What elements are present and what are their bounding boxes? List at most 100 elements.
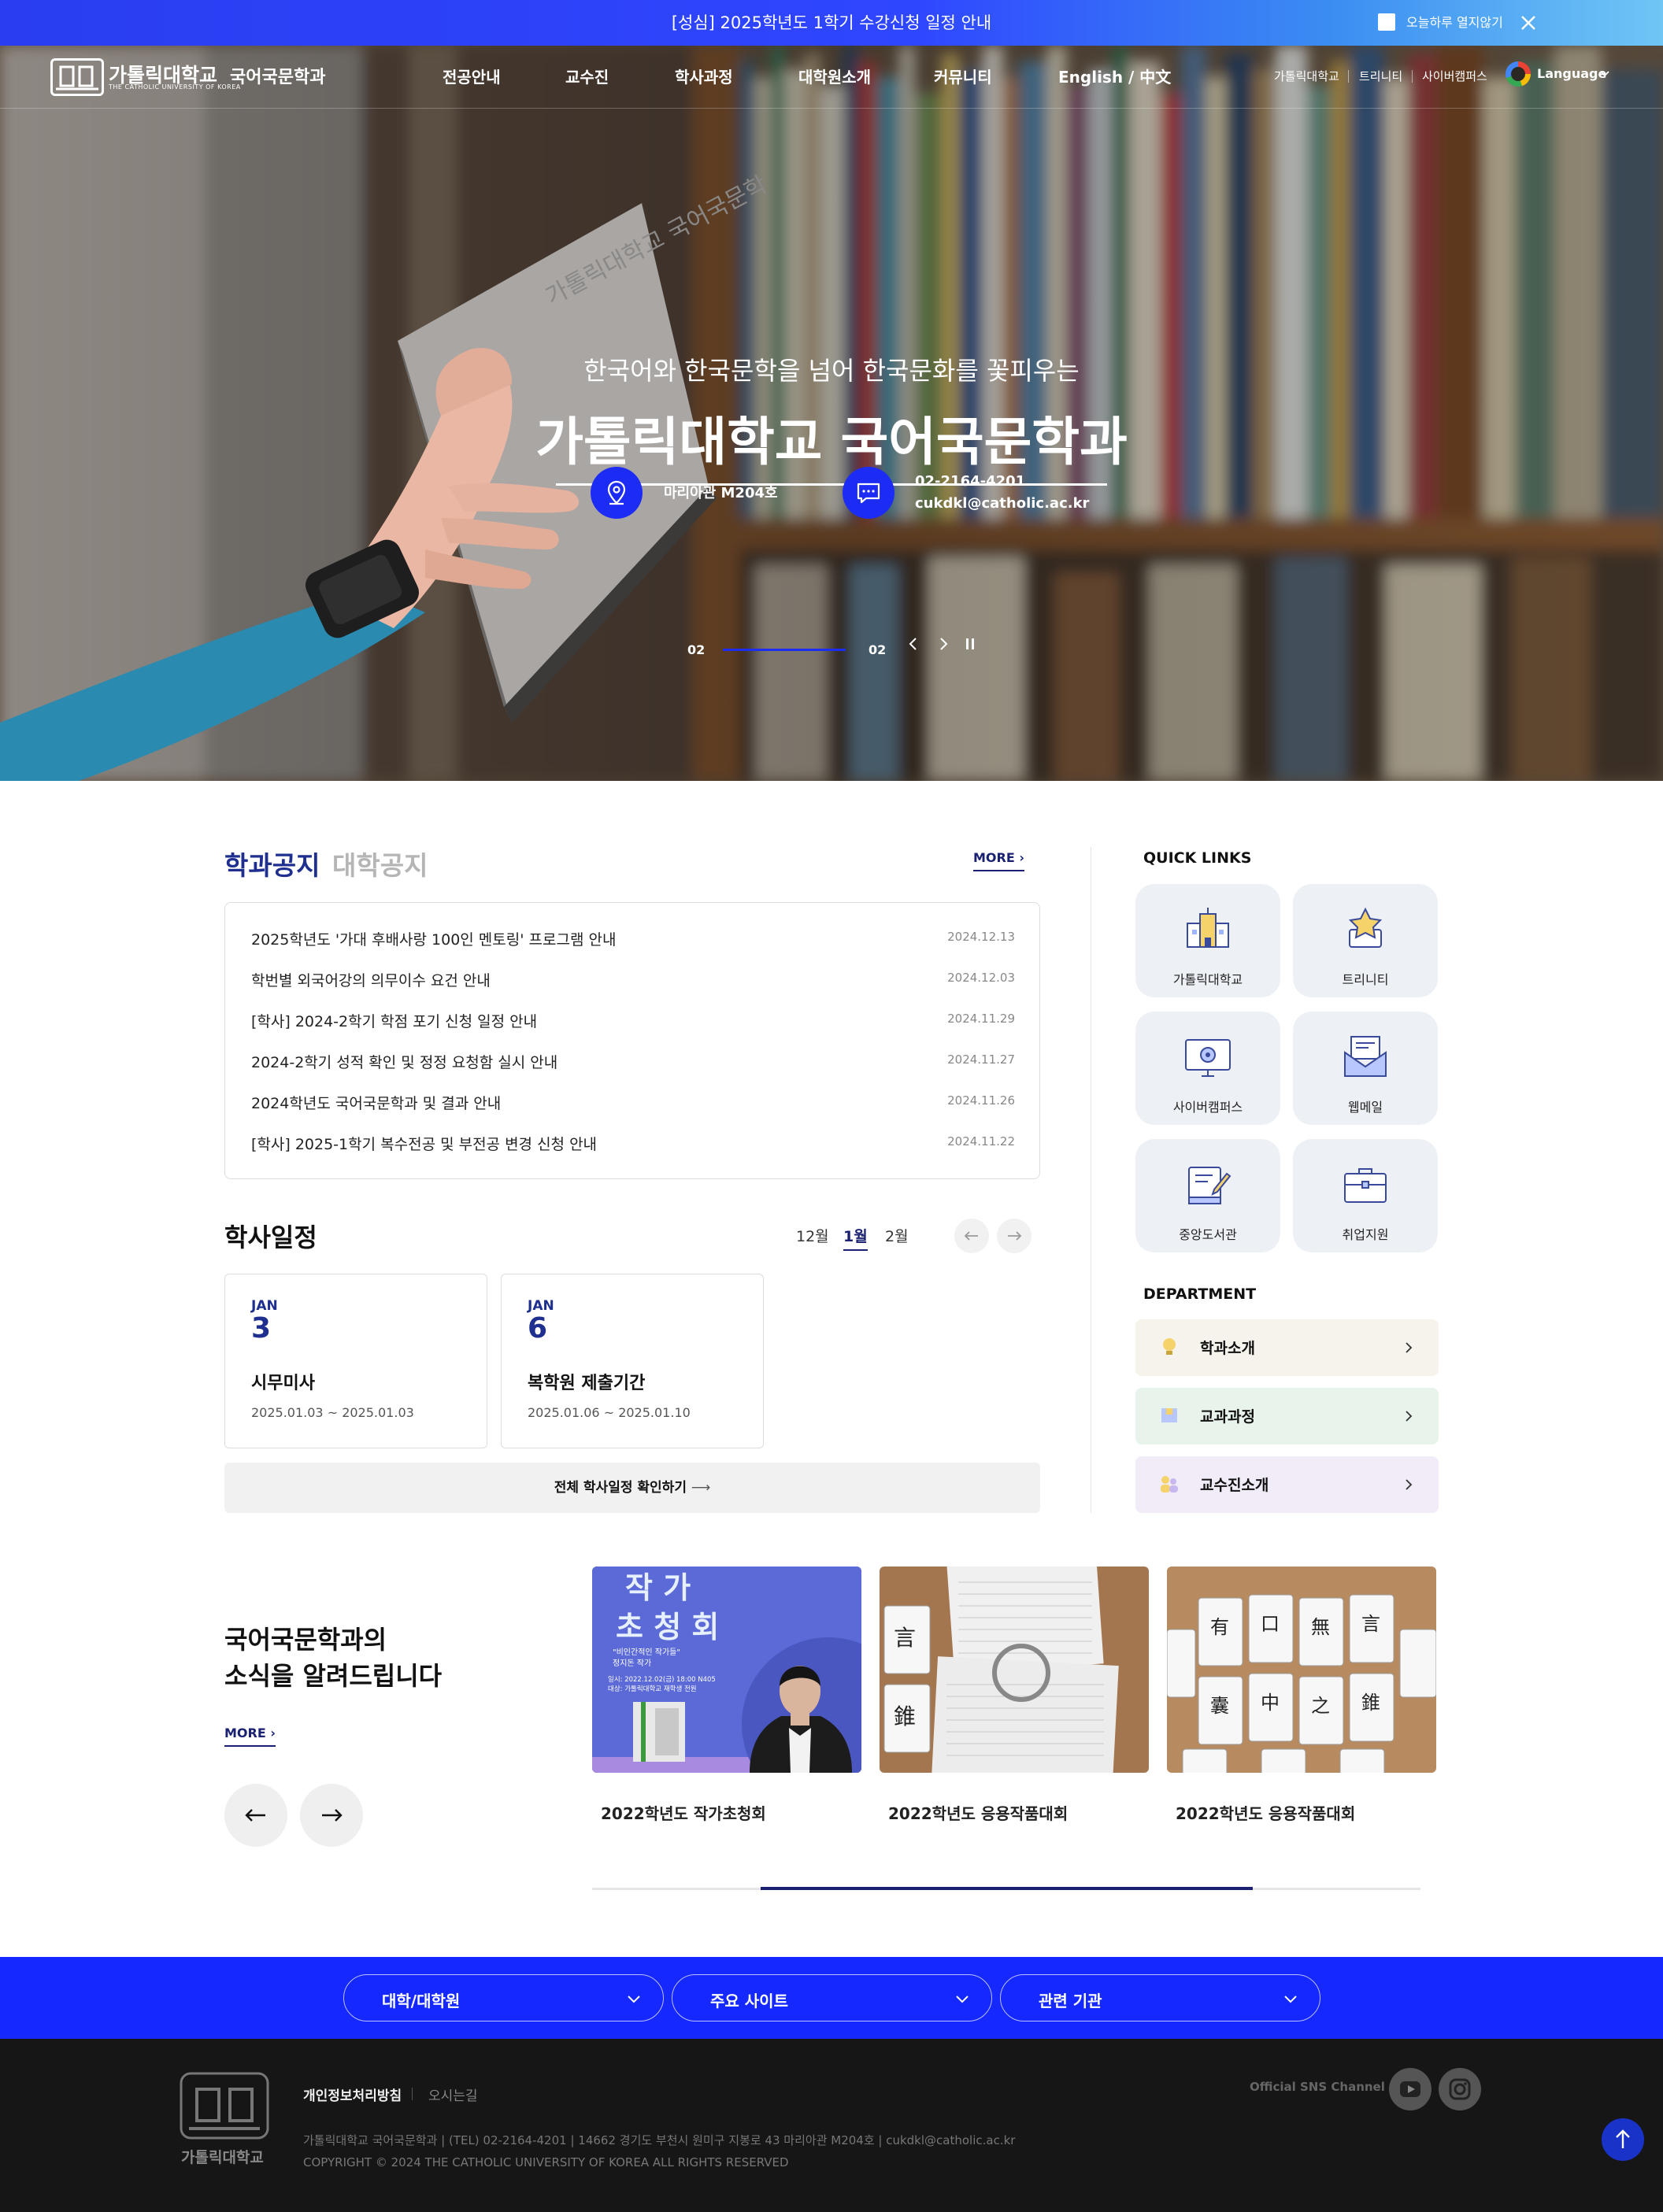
hanja-char: 囊 — [1210, 1695, 1229, 1717]
instagram-icon[interactable] — [1439, 2068, 1481, 2110]
hanja-char: 錐 — [1361, 1692, 1380, 1714]
select-related-orgs[interactable]: 관련 기관 — [1000, 1974, 1320, 2022]
news-thumbnail-competition[interactable]: 言 錐 — [880, 1567, 1149, 1773]
people-icon — [1161, 1476, 1178, 1493]
hanja-char: 言 — [1361, 1613, 1380, 1635]
dept-link-curriculum[interactable]: 교과과정 — [1135, 1388, 1439, 1444]
hanja-char: 有 — [1210, 1616, 1229, 1638]
event-range: 2025.01.06 ~ 2025.01.10 — [528, 1405, 691, 1420]
dismiss-checkbox[interactable] — [1378, 13, 1395, 31]
arrow-up-icon — [1616, 2129, 1630, 2148]
notice-title[interactable]: 2025학년도 '가대 후배사랑 100인 멘토링' 프로그램 안내 — [251, 928, 616, 949]
quick-link-career[interactable]: 취업지원 — [1293, 1139, 1438, 1252]
dismiss-label[interactable]: 오늘하루 열지않기 — [1406, 0, 1503, 46]
news-more-link[interactable]: MORE › — [224, 1726, 276, 1747]
privacy-policy-link[interactable]: 개인정보처리방침 — [303, 2084, 402, 2104]
list-item[interactable]: [학사] 2024-2학기 학점 포기 신청 일정 안내 2024.11.29 — [251, 1010, 1015, 1034]
event-range: 2025.01.03 ~ 2025.01.03 — [251, 1405, 414, 1420]
news-caption[interactable]: 2022학년도 작가초청회 — [601, 1801, 766, 1824]
footer-copyright: COPYRIGHT © 2024 THE CATHOLIC UNIVERSITY… — [303, 2155, 789, 2169]
book-pen-icon — [1188, 1167, 1232, 1204]
news-caption[interactable]: 2022학년도 응용작품대회 — [1176, 1801, 1355, 1824]
hero-location: 마리아관 M204호 — [664, 485, 778, 501]
language-select[interactable]: Language — [1537, 66, 1606, 81]
notices-more-link[interactable]: MORE › — [973, 850, 1024, 871]
news-thumbnail-poster[interactable]: 작 가 초 청 회 "비인간적인 작가들" 정지돈 작가 일시: 2022.12… — [592, 1567, 861, 1773]
list-item[interactable]: 2024-2학기 성적 확인 및 정정 요청함 실시 안내 2024.11.27 — [251, 1051, 1015, 1075]
schedule-next-button[interactable] — [997, 1219, 1032, 1253]
schedule-card[interactable]: JAN 3 시무미사 2025.01.03 ~ 2025.01.03 — [224, 1274, 487, 1448]
quick-link-webmail[interactable]: 웹메일 — [1293, 1012, 1438, 1125]
slide-prev-icon[interactable] — [906, 634, 921, 653]
schedule-prev-button[interactable] — [954, 1219, 989, 1253]
poster-line4: 대상: 가톨릭대학교 재학생 전원 — [608, 1685, 697, 1693]
event-day: 3 — [251, 1312, 272, 1345]
quick-link-cyber-campus[interactable]: 사이버캠퍼스 — [1135, 1012, 1280, 1125]
news-scrollbar-thumb[interactable] — [761, 1887, 1253, 1890]
quick-link-university[interactable]: 가톨릭대학교 — [1135, 884, 1280, 997]
util-link-cyber-campus[interactable]: 사이버캠퍼스 — [1422, 68, 1487, 84]
select-label: 대학/대학원 — [382, 1992, 461, 2010]
select-university[interactable]: 대학/대학원 — [343, 1974, 664, 2022]
notice-title[interactable]: [학사] 2025-1학기 복수전공 및 부전공 변경 신청 안내 — [251, 1133, 597, 1154]
quick-link-trinity[interactable]: 트리니티 — [1293, 884, 1438, 997]
hanja-char: 無 — [1311, 1616, 1330, 1638]
nav-faculty[interactable]: 교수진 — [565, 65, 609, 87]
news-heading-line2: 소식을 알려드립니다 — [224, 1661, 443, 1691]
top-notice-bar: [성심] 2025학년도 1학기 수강신청 일정 안내 오늘하루 열지않기 — [0, 0, 1663, 46]
dept-link-faculty[interactable]: 교수진소개 — [1135, 1456, 1439, 1513]
news-caption[interactable]: 2022학년도 응용작품대회 — [888, 1801, 1068, 1824]
list-item[interactable]: 학번별 외국어강의 의무이수 요건 안내 2024.12.03 — [251, 969, 1015, 993]
month-tab-dec[interactable]: 12월 — [796, 1225, 829, 1246]
slide-pause-icon[interactable] — [962, 634, 978, 653]
hanja-char: 言 — [894, 1625, 916, 1651]
star-icon — [1348, 907, 1383, 948]
nav-community[interactable]: 커뮤니티 — [934, 65, 992, 87]
dept-link-intro[interactable]: 학과소개 — [1135, 1319, 1439, 1376]
news-thumbnail-cards[interactable]: 有 口 無 言 囊 中 之 錐 — [1167, 1567, 1436, 1773]
news-next-button[interactable] — [300, 1784, 363, 1847]
poster-line2: 정지돈 작가 — [613, 1659, 651, 1668]
close-icon[interactable] — [1517, 11, 1540, 35]
nav-english-chinese[interactable]: English / 中文 — [1058, 65, 1171, 87]
chevron-right-icon — [1406, 1479, 1413, 1490]
notice-date: 2024.11.22 — [947, 1134, 1015, 1149]
directions-link[interactable]: 오시는길 — [428, 2084, 478, 2104]
chevron-down-icon[interactable] — [1598, 68, 1611, 80]
youtube-icon[interactable] — [1389, 2068, 1432, 2110]
notice-title[interactable]: 2024학년도 국어국문학과 및 결과 안내 — [251, 1092, 501, 1113]
tab-department-notice[interactable]: 학과공지 — [224, 845, 320, 882]
select-label: 관련 기관 — [1039, 1992, 1102, 2010]
department-name[interactable]: 국어국문학과 — [230, 63, 325, 88]
list-item[interactable]: 2024학년도 국어국문학과 및 결과 안내 2024.11.26 — [251, 1092, 1015, 1115]
chevron-right-icon: › — [270, 1726, 276, 1740]
event-month: JAN — [528, 1298, 554, 1314]
util-link-trinity[interactable]: 트리니티 — [1359, 68, 1402, 84]
hanja-cards-photo: 言 錐 — [880, 1567, 1149, 1773]
nav-academics[interactable]: 학사과정 — [675, 65, 733, 87]
month-tab-feb[interactable]: 2월 — [885, 1225, 909, 1246]
quick-link-library[interactable]: 중앙도서관 — [1135, 1139, 1280, 1252]
util-link-university[interactable]: 가톨릭대학교 — [1274, 68, 1339, 84]
chevron-right-icon — [1406, 1411, 1413, 1422]
select-main-sites[interactable]: 주요 사이트 — [672, 1974, 992, 2022]
scroll-to-top-button[interactable] — [1602, 2118, 1644, 2161]
tab-university-notice[interactable]: 대학공지 — [332, 845, 428, 882]
schedule-card[interactable]: JAN 6 복학원 제출기간 2025.01.06 ~ 2025.01.10 — [501, 1274, 764, 1448]
sns-label: Official SNS Channel — [1250, 2080, 1385, 2094]
nav-major[interactable]: 전공안내 — [443, 65, 501, 87]
list-item[interactable]: 2025학년도 '가대 후배사랑 100인 멘토링' 프로그램 안내 2024.1… — [251, 928, 1015, 952]
notice-title[interactable]: 학번별 외국어강의 의무이수 요건 안내 — [251, 969, 491, 990]
slide-next-icon[interactable] — [935, 634, 951, 653]
notice-date: 2024.12.13 — [947, 930, 1015, 944]
google-translate-icon[interactable] — [1506, 61, 1531, 87]
nav-graduate[interactable]: 대학원소개 — [798, 65, 871, 87]
news-prev-button[interactable] — [224, 1784, 287, 1847]
all-schedule-button[interactable]: 전체 학사일정 확인하기 ⟶ — [224, 1463, 1040, 1513]
university-logo-icon[interactable] — [50, 58, 104, 96]
notice-title[interactable]: 2024-2학기 성적 확인 및 정정 요청함 실시 안내 — [251, 1051, 557, 1072]
month-tab-jan[interactable]: 1월 — [843, 1225, 868, 1251]
notice-title[interactable]: [학사] 2024-2학기 학점 포기 신청 일정 안내 — [251, 1010, 537, 1031]
hero-phone: 02-2164-4201 — [915, 473, 1026, 490]
list-item[interactable]: [학사] 2025-1학기 복수전공 및 부전공 변경 신청 안내 2024.11… — [251, 1133, 1015, 1156]
